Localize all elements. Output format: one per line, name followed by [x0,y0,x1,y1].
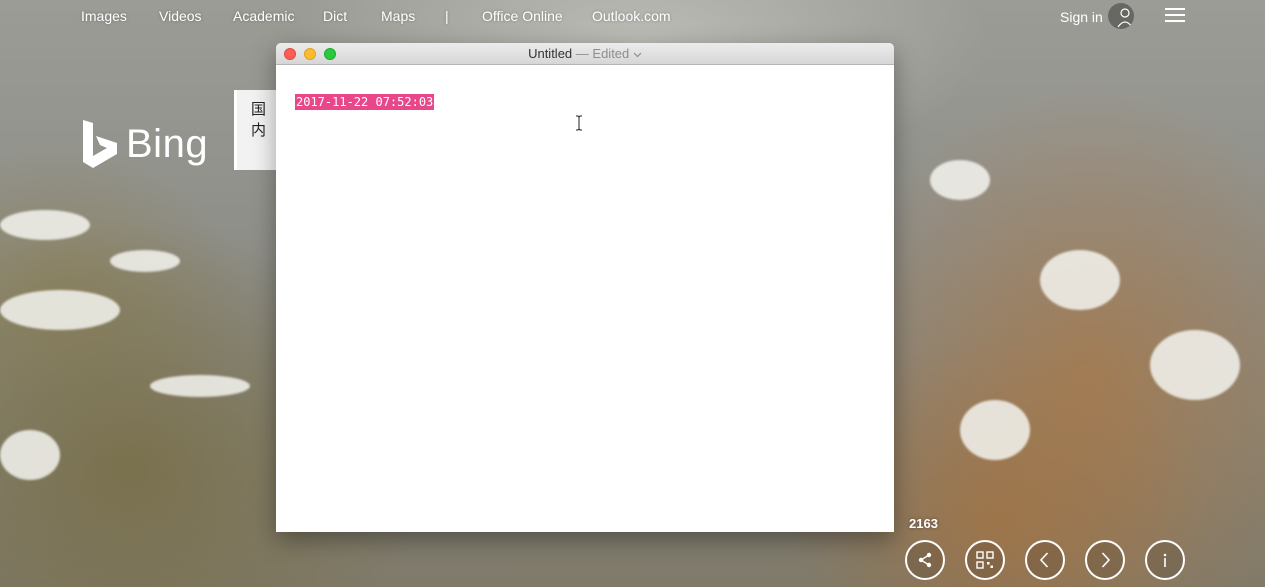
snow-patch [1150,330,1240,400]
chevron-left-icon [1039,552,1049,568]
snow-patch [0,430,60,480]
snow-patch [0,290,120,330]
selected-text[interactable]: 2017-11-22 07:52:03 [295,94,435,110]
nav-dict-link[interactable]: Dict [323,8,347,24]
sign-in-link[interactable]: Sign in [1060,9,1103,25]
share-button[interactable] [905,540,945,580]
title-separator: — [575,46,589,61]
next-image-button[interactable] [1085,540,1125,580]
window-title[interactable]: Untitled — Edited [276,46,894,61]
text-editor-window: Untitled — Edited 2017-11-22 07:52:03 [276,43,894,532]
share-icon [918,552,932,568]
document-name: Untitled [528,46,573,61]
text-cursor-icon [576,115,582,131]
info-button[interactable] [1145,540,1185,580]
qr-code-button[interactable] [965,540,1005,580]
snow-patch [110,250,180,272]
bing-logo-text: Bing [126,121,209,166]
nav-outlook-link[interactable]: Outlook.com [592,8,671,24]
snow-patch [0,210,90,240]
search-scope-tab[interactable]: 国内 [234,90,278,170]
nav-academic-link[interactable]: Academic [233,8,294,24]
bing-logo[interactable]: Bing [80,118,208,170]
previous-image-button[interactable] [1025,540,1065,580]
nav-maps-link[interactable]: Maps [381,8,415,24]
qr-code-icon [976,551,994,569]
top-navigation: Images Videos Academic Dict Maps | Offic… [0,0,1265,32]
snow-patch [150,375,250,397]
bing-b-icon [83,120,117,168]
document-text-area[interactable]: 2017-11-22 07:52:03 [276,65,894,532]
menu-icon[interactable] [1165,8,1185,24]
search-scope-label: 国内 [251,100,267,139]
nav-divider: | [445,8,449,24]
chevron-right-icon [1101,552,1111,568]
nav-office-online-link[interactable]: Office Online [482,8,563,24]
image-count: 2163 [909,516,938,531]
nav-videos-link[interactable]: Videos [159,8,202,24]
snow-patch [1040,250,1120,310]
snow-patch [960,400,1030,460]
nav-images-link[interactable]: Images [81,8,127,24]
chevron-down-icon[interactable] [633,52,642,58]
document-status: Edited [592,46,630,61]
info-icon [1163,553,1167,567]
window-titlebar[interactable]: Untitled — Edited [276,43,894,65]
avatar-icon[interactable] [1108,3,1134,29]
snow-patch [930,160,990,200]
